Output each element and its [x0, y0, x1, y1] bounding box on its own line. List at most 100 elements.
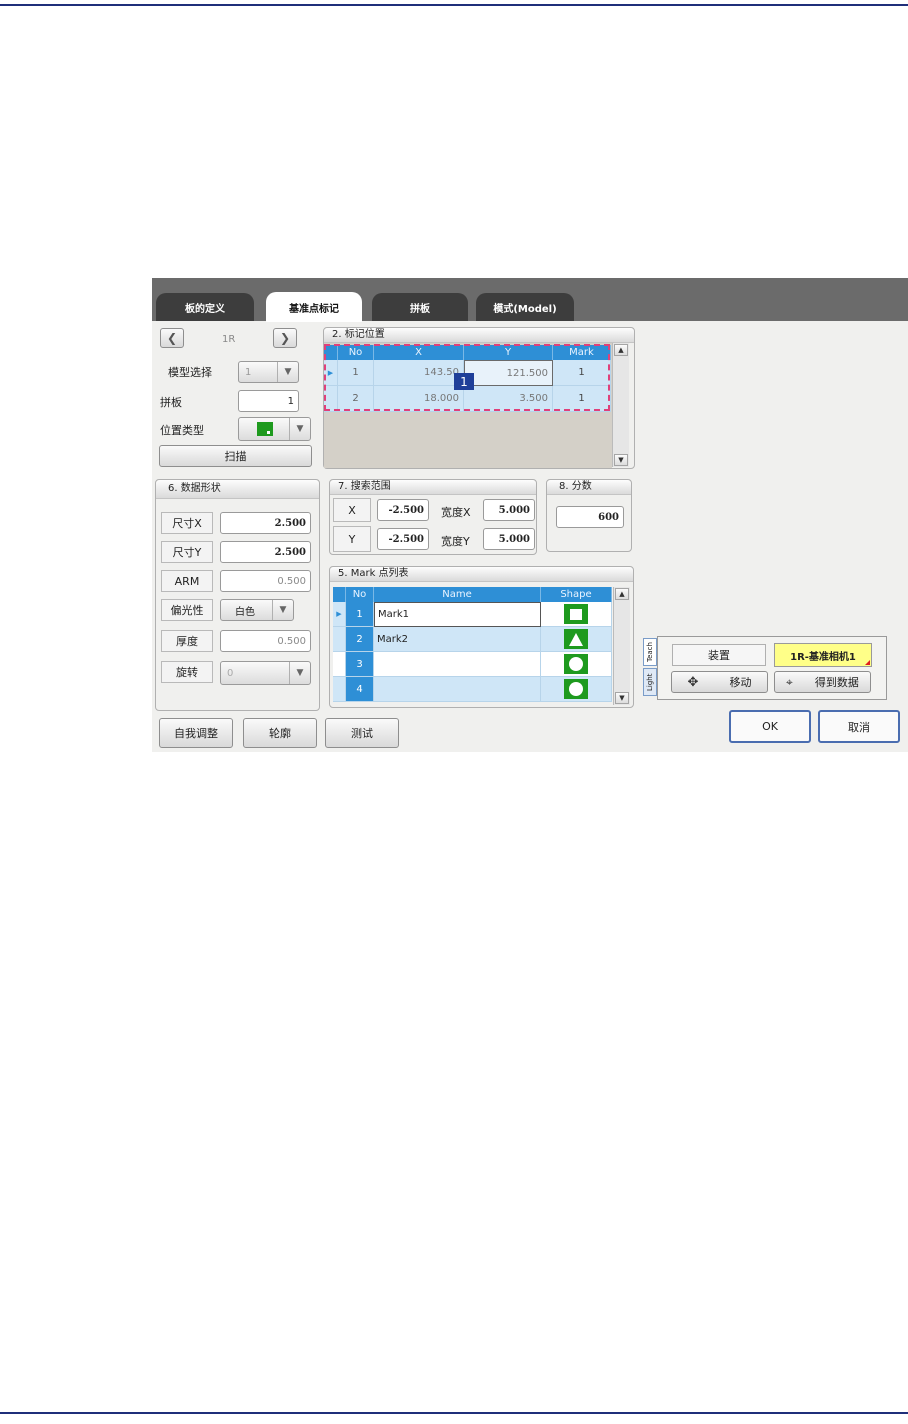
list-cell-no[interactable]: 4	[346, 677, 374, 702]
chevron-down-icon: ▼	[289, 418, 310, 440]
thickness-label: 厚度	[161, 630, 213, 652]
get-data-label: 得到数据	[814, 676, 859, 689]
list-cell-shape[interactable]	[541, 677, 612, 702]
camera-select-button[interactable]: 1R-基准相机1	[774, 643, 872, 667]
panel-input[interactable]: 1	[238, 390, 299, 412]
search-y-input[interactable]: -2.500	[377, 528, 429, 550]
search-range-group: 7. 搜索范围 X -2.500 宽度X 5.000 Y -2.500 宽度Y …	[329, 479, 537, 555]
rotation-label: 旋转	[161, 661, 213, 683]
tab-bar: 板的定义 基准点标记 拼板 模式(Model)	[152, 278, 908, 322]
callout-badge: 1	[454, 373, 474, 390]
score-title: 8. 分数	[547, 480, 631, 495]
self-adjust-button[interactable]: 自我调整	[159, 718, 233, 748]
list-cell-no[interactable]: 3	[346, 652, 374, 677]
model-select-dropdown[interactable]: 1 ▼	[238, 361, 299, 383]
circle-icon	[564, 654, 588, 674]
mark-list-scrollbar[interactable]: ▲ ▼	[613, 587, 630, 705]
row-selector[interactable]	[333, 677, 346, 702]
page-bottom-rule	[0, 1412, 908, 1414]
tab-fiducial-mark[interactable]: 基准点标记	[266, 292, 362, 322]
model-select-value: 1	[245, 366, 252, 378]
move-arrows-icon: ✥	[687, 674, 699, 690]
polarity-dropdown[interactable]: 白色 ▼	[220, 599, 294, 621]
data-shape-title: 6. 数据形状	[156, 480, 319, 499]
list-cell-name[interactable]: Mark1	[374, 602, 541, 627]
test-button[interactable]: 测试	[325, 718, 399, 748]
position-type-swatch-icon	[257, 422, 273, 436]
move-label: 移动	[729, 676, 752, 689]
thickness-input[interactable]: 0.500	[220, 630, 311, 652]
mark-list-col-shape: Shape	[541, 587, 612, 602]
tab-board-definition[interactable]: 板的定义	[156, 293, 254, 321]
mark-list-group: 5. Mark 点列表 No Name Shape ▶ 1 Mark1 2 Ma…	[329, 566, 634, 708]
teach-side-tabs: Teach Light	[643, 638, 657, 696]
tab-panelize[interactable]: 拼板	[372, 293, 468, 321]
scroll-down-icon[interactable]: ▼	[615, 692, 629, 704]
search-width-x-input[interactable]: 5.000	[483, 499, 535, 521]
get-data-button[interactable]: ⌖ 得到数据	[774, 671, 871, 693]
cancel-button[interactable]: 取消	[818, 710, 900, 743]
size-x-label: 尺寸X	[161, 512, 213, 534]
list-cell-name[interactable]	[374, 652, 541, 677]
position-name: 1R	[222, 334, 236, 345]
chevron-down-icon: ▼	[272, 600, 293, 620]
fiducial-mark-dialog: 板的定义 基准点标记 拼板 模式(Model) ❮ 1R ❯ 模型选择 1 ▼ …	[152, 278, 908, 752]
list-cell-no[interactable]: 1	[346, 602, 374, 627]
dropdown-corner-icon	[865, 660, 870, 665]
square-icon	[564, 604, 588, 624]
data-shape-group: 6. 数据形状 尺寸X 2.500 尺寸Y 2.500 ARM 0.500 偏光…	[155, 479, 320, 711]
chevron-left-icon: ❮	[166, 331, 178, 345]
mark-position-scrollbar[interactable]: ▲ ▼	[612, 343, 629, 467]
polarity-value: 白色	[235, 606, 255, 618]
list-cell-shape[interactable]	[541, 652, 612, 677]
row-selector[interactable]: ▶	[333, 602, 346, 627]
next-position-button[interactable]: ❯	[273, 328, 297, 348]
circle-icon	[564, 679, 588, 699]
list-cell-name[interactable]	[374, 677, 541, 702]
search-x-label: X	[333, 498, 371, 522]
row-selector[interactable]	[333, 627, 346, 652]
scroll-down-icon[interactable]: ▼	[614, 454, 628, 466]
rotation-value: 0	[227, 667, 234, 679]
scroll-up-icon[interactable]: ▲	[615, 588, 629, 600]
prev-position-button[interactable]: ❮	[160, 328, 184, 348]
list-cell-name[interactable]: Mark2	[374, 627, 541, 652]
mark-list-title: 5. Mark 点列表	[330, 567, 633, 582]
tab-light[interactable]: Light	[643, 668, 657, 696]
list-cell-shape[interactable]	[541, 602, 612, 627]
camera-label: 1R-基准相机1	[790, 651, 856, 663]
arm-input[interactable]: 0.500	[220, 570, 311, 592]
ok-button[interactable]: OK	[729, 710, 811, 743]
size-y-label: 尺寸Y	[161, 541, 213, 563]
size-x-input[interactable]: 2.500	[220, 512, 311, 534]
tab-model[interactable]: 模式(Model)	[476, 293, 574, 321]
score-input[interactable]: 600	[556, 506, 624, 528]
search-range-title: 7. 搜索范围	[330, 480, 536, 495]
search-width-y-label: 宽度Y	[441, 535, 470, 548]
move-button[interactable]: ✥ 移动	[671, 671, 768, 693]
list-cell-shape[interactable]	[541, 627, 612, 652]
chevron-down-icon: ▼	[289, 662, 310, 684]
tab-teach[interactable]: Teach	[643, 638, 657, 666]
position-type-dropdown[interactable]: ▼	[238, 417, 311, 441]
scan-button[interactable]: 扫描	[159, 445, 312, 467]
mark-position-title: 2. 标记位置	[324, 328, 634, 343]
panel-label: 拼板	[160, 396, 182, 409]
contour-button[interactable]: 轮廓	[243, 718, 317, 748]
list-cell-no[interactable]: 2	[346, 627, 374, 652]
size-y-input[interactable]: 2.500	[220, 541, 311, 563]
chevron-right-icon: ❯	[279, 331, 291, 345]
position-type-label: 位置类型	[160, 424, 204, 437]
model-select-label: 模型选择	[168, 366, 212, 379]
search-x-input[interactable]: -2.500	[377, 499, 429, 521]
position-type-dot-icon	[267, 431, 270, 434]
search-width-x-label: 宽度X	[441, 506, 471, 519]
row-selector[interactable]	[333, 652, 346, 677]
mark-position-group: 2. 标记位置 No X Y Mark ▶ 1 143.50 121.500 1…	[323, 327, 635, 469]
search-width-y-input[interactable]: 5.000	[483, 528, 535, 550]
score-group: 8. 分数 600	[546, 479, 632, 552]
target-icon: ⌖	[786, 674, 793, 689]
scroll-up-icon[interactable]: ▲	[614, 344, 628, 356]
rotation-dropdown[interactable]: 0 ▼	[220, 661, 311, 685]
device-label: 装置	[672, 644, 766, 666]
